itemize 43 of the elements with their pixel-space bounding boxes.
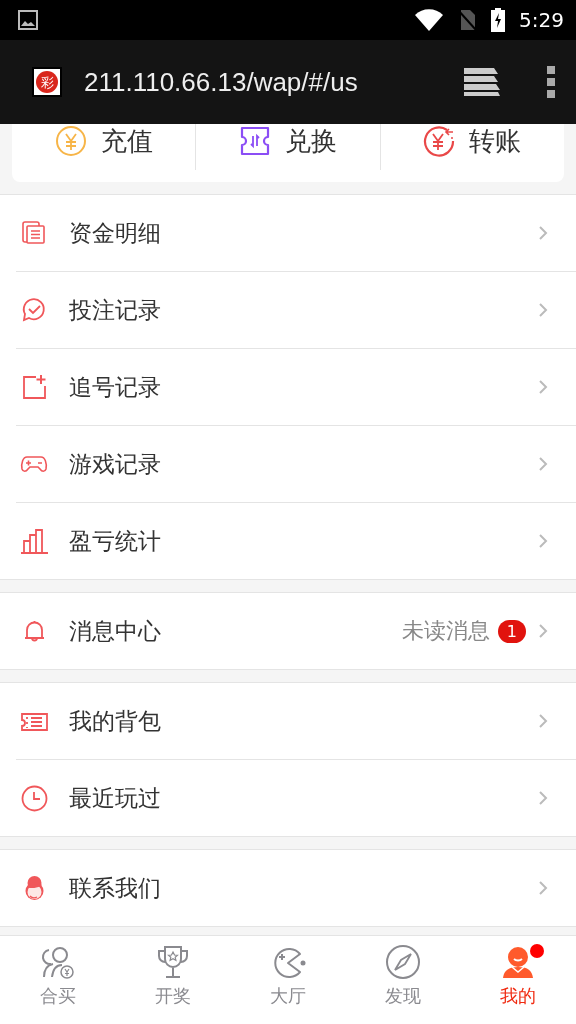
tab-item[interactable]: 合买 [0, 936, 116, 1024]
wifi-icon [415, 9, 444, 31]
menu-item[interactable]: 最近玩过 [16, 759, 576, 836]
chevron-icon [538, 880, 548, 896]
chevron-icon [538, 713, 548, 729]
unread-count: 1 [497, 619, 526, 643]
chevron-icon [538, 225, 548, 241]
add-square-icon [20, 372, 49, 402]
menu-item[interactable]: 消息中心 未读消息 1 [0, 593, 576, 669]
exchange-ticket-icon[interactable] [239, 125, 271, 157]
battery-charging-icon [491, 8, 506, 32]
menu-item[interactable]: 游戏记录 [16, 425, 576, 502]
yuan-transfer-icon[interactable] [423, 125, 456, 157]
tab-item[interactable]: 我的 [460, 936, 576, 1024]
action-label[interactable]: 转账 [469, 123, 522, 159]
action-label[interactable]: 充值 [100, 123, 153, 159]
people-yuan-icon [39, 944, 76, 980]
chevron-icon [538, 379, 548, 395]
unread-label: 未读消息 [401, 617, 490, 645]
compass-icon [385, 944, 422, 980]
chevron-icon [538, 456, 548, 472]
menu-item[interactable]: 联系我们 [0, 850, 576, 926]
menu-item[interactable]: 盈亏统计 [16, 502, 576, 579]
clock-time: 5:29 [519, 8, 564, 32]
action-label[interactable]: 兑换 [285, 123, 337, 159]
tab-item[interactable]: 发现 [345, 936, 461, 1024]
image-icon [18, 10, 38, 30]
clock-icon [20, 783, 49, 813]
url-text[interactable]: 211.110.66.13/wap/#/us [84, 66, 404, 98]
menu-item[interactable]: 我的背包 [0, 683, 576, 759]
more-icon[interactable] [546, 65, 556, 99]
chevron-icon [538, 623, 548, 639]
bar-chart-icon [20, 526, 49, 556]
menu-item[interactable]: 追号记录 [16, 348, 576, 425]
menu-item[interactable]: 资金明细 [0, 195, 576, 271]
site-logo: 彩 [32, 67, 62, 97]
chevron-icon [538, 302, 548, 318]
menu-item[interactable]: 投注记录 [16, 271, 576, 348]
tabs-icon[interactable] [462, 66, 502, 98]
tab-item[interactable]: 大厅 [230, 936, 346, 1024]
chevron-icon [538, 790, 548, 806]
tab-item[interactable]: 开奖 [115, 936, 231, 1024]
chevron-icon [538, 533, 548, 549]
